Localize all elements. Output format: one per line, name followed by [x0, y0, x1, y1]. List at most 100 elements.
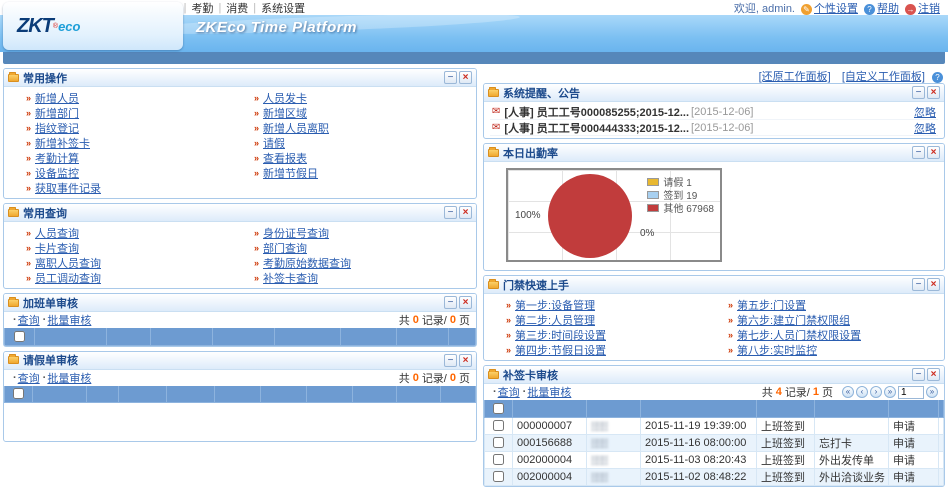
close-icon[interactable]: ×	[927, 368, 940, 381]
column-header[interactable]	[815, 400, 889, 417]
close-icon[interactable]: ×	[459, 206, 472, 219]
quick-link[interactable]: 第七步:人员门禁权限设置	[737, 327, 861, 343]
column-header[interactable]	[167, 386, 215, 403]
quick-link[interactable]: 请假	[263, 135, 285, 151]
workspace-help-icon[interactable]: ?	[932, 72, 943, 83]
personal-settings-link[interactable]: 个性设置	[814, 3, 858, 15]
quick-link[interactable]: 新增部门	[35, 105, 79, 121]
minimize-icon[interactable]: −	[444, 354, 457, 367]
minimize-icon[interactable]: −	[444, 71, 457, 84]
quick-link[interactable]: 员工调动查询	[35, 270, 101, 286]
minimize-icon[interactable]: −	[444, 206, 457, 219]
menu-system-settings[interactable]: 系统设置	[261, 0, 305, 16]
logout-link[interactable]: 注销	[918, 3, 940, 15]
quick-link[interactable]: 查看报表	[263, 150, 307, 166]
column-header[interactable]	[641, 400, 757, 417]
column-header[interactable]	[449, 328, 476, 345]
column-header[interactable]	[441, 386, 476, 403]
quick-link[interactable]: 第三步:时间段设置	[515, 327, 606, 343]
column-header[interactable]	[261, 386, 307, 403]
page-number-input[interactable]	[898, 386, 924, 399]
quick-link[interactable]: 考勤原始数据查询	[263, 255, 351, 271]
column-header[interactable]	[397, 386, 441, 403]
row-checkbox[interactable]	[493, 454, 504, 465]
quick-link[interactable]: 第二步:人员管理	[515, 312, 595, 328]
quick-link[interactable]: 指纹登记	[35, 120, 79, 136]
quick-link[interactable]: 设备监控	[35, 165, 79, 181]
quick-link[interactable]: 新增补签卡	[35, 135, 90, 151]
quick-link[interactable]: 第一步:设备管理	[515, 297, 595, 313]
quick-link[interactable]: 新增人员离职	[263, 120, 329, 136]
menu-consumption[interactable]: 消费	[226, 0, 248, 16]
announcement-ignore-link[interactable]: 忽略	[914, 120, 936, 136]
query-link[interactable]: 查询	[498, 384, 520, 400]
first-page-icon[interactable]: «	[842, 386, 854, 398]
column-header[interactable]	[397, 328, 449, 345]
close-icon[interactable]: ×	[459, 296, 472, 309]
quick-link[interactable]: 新增节假日	[263, 165, 318, 181]
column-header[interactable]	[513, 400, 587, 417]
close-icon[interactable]: ×	[459, 71, 472, 84]
column-header[interactable]	[213, 328, 275, 345]
column-header[interactable]	[151, 328, 213, 345]
quick-link[interactable]: 第五步:门设置	[737, 297, 806, 313]
restore-workspace-link[interactable]: [还原工作面板]	[759, 71, 831, 83]
help-link[interactable]: 帮助	[877, 3, 899, 15]
quick-link[interactable]: 新增人员	[35, 90, 79, 106]
quick-link[interactable]: 补签卡查询	[263, 270, 318, 286]
close-icon[interactable]: ×	[927, 146, 940, 159]
column-header[interactable]	[889, 400, 939, 417]
batch-approve-link[interactable]: 批量审核	[47, 370, 91, 386]
quick-link[interactable]: 第四步:节假日设置	[515, 342, 606, 358]
column-header[interactable]	[107, 328, 151, 345]
column-header[interactable]	[275, 328, 341, 345]
query-link[interactable]: 查询	[18, 312, 40, 328]
quick-link[interactable]: 身份证号查询	[263, 225, 329, 241]
batch-approve-link[interactable]: 批量审核	[47, 312, 91, 328]
minimize-icon[interactable]: −	[912, 86, 925, 99]
quick-link[interactable]: 部门查询	[263, 240, 307, 256]
announcement-ignore-link[interactable]: 忽略	[914, 104, 936, 120]
quick-link[interactable]: 人员发卡	[263, 90, 307, 106]
select-all-checkbox[interactable]	[493, 403, 504, 414]
row-checkbox[interactable]	[493, 471, 504, 482]
column-header[interactable]	[587, 400, 641, 417]
column-header[interactable]	[307, 386, 353, 403]
column-header[interactable]	[215, 386, 261, 403]
column-header[interactable]	[341, 328, 397, 345]
batch-approve-link[interactable]: 批量审核	[527, 384, 571, 400]
row-checkbox[interactable]	[493, 420, 504, 431]
minimize-icon[interactable]: −	[444, 296, 457, 309]
minimize-icon[interactable]: −	[912, 146, 925, 159]
column-header[interactable]	[33, 386, 87, 403]
quick-link[interactable]: 新增区域	[263, 105, 307, 121]
next-page-icon[interactable]: ›	[870, 386, 882, 398]
minimize-icon[interactable]: −	[912, 368, 925, 381]
announcement-link[interactable]: [人事] 员工工号000085255;2015-12...	[504, 104, 689, 120]
close-icon[interactable]: ×	[459, 354, 472, 367]
customize-workspace-link[interactable]: [自定义工作面板]	[842, 71, 925, 83]
column-header[interactable]	[87, 386, 119, 403]
close-icon[interactable]: ×	[927, 278, 940, 291]
quick-link[interactable]: 第八步:实时监控	[737, 342, 817, 358]
quick-link[interactable]: 考勤计算	[35, 150, 79, 166]
close-icon[interactable]: ×	[927, 86, 940, 99]
announcement-link[interactable]: [人事] 员工工号000444333;2015-12...	[504, 120, 689, 136]
query-link[interactable]: 查询	[18, 370, 40, 386]
select-all-checkbox[interactable]	[14, 331, 25, 342]
column-header[interactable]	[119, 386, 167, 403]
column-header[interactable]	[757, 400, 815, 417]
go-page-icon[interactable]: »	[926, 386, 938, 398]
quick-link[interactable]: 第六步:建立门禁权限组	[737, 312, 850, 328]
quick-link[interactable]: 获取事件记录	[35, 180, 101, 196]
last-page-icon[interactable]: »	[884, 386, 896, 398]
row-checkbox[interactable]	[493, 437, 504, 448]
menu-attendance[interactable]: 考勤	[191, 0, 213, 16]
column-header[interactable]	[35, 328, 107, 345]
prev-page-icon[interactable]: ‹	[856, 386, 868, 398]
column-header[interactable]	[939, 400, 944, 417]
select-all-checkbox[interactable]	[13, 388, 24, 399]
quick-link[interactable]: 离职人员查询	[35, 255, 101, 271]
quick-link[interactable]: 卡片查询	[35, 240, 79, 256]
quick-link[interactable]: 人员查询	[35, 225, 79, 241]
